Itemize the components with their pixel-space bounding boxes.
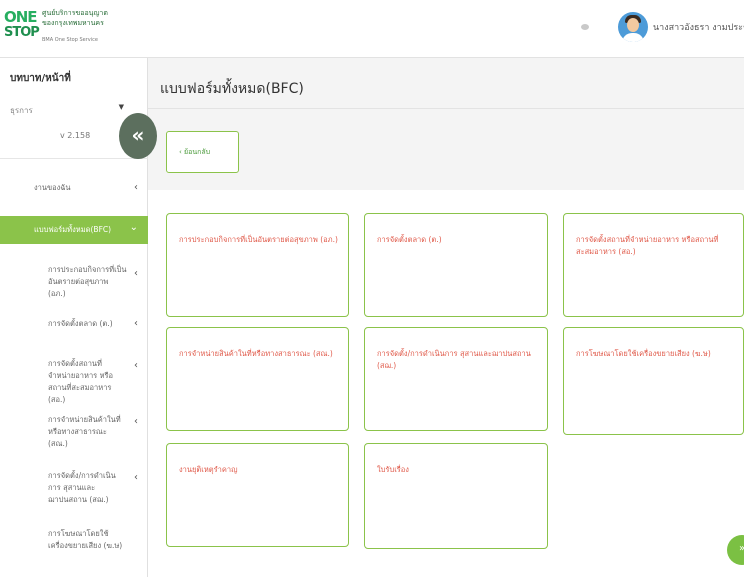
sidebar-item-label: การจัดตั้ง/การดำเนินการ สุสานและฌาปนสถาน… <box>48 471 116 504</box>
role-select-value: ธุรการ <box>10 106 33 115</box>
sidebar-item-label: แบบฟอร์มทั้งหมด(BFC) <box>34 225 112 234</box>
title-divider <box>148 108 744 109</box>
form-card-receipt[interactable]: ใบรับเรื่อง <box>364 443 548 549</box>
sidebar-item-public-vending[interactable]: การจำหน่ายสินค้าในที่หรือทางสาธารณะ (สณ.… <box>0 408 148 448</box>
chevron-left-icon: ‹ <box>134 182 138 193</box>
logo-one-text: ONE <box>4 8 38 26</box>
form-card-label: การประกอบกิจการที่เป็นอันตรายต่อสุขภาพ (… <box>179 235 338 244</box>
sidebar-item-label: การจัดตั้งสถานที่จำหน่ายอาหาร หรือสถานที… <box>48 359 114 404</box>
form-card-health-hazard[interactable]: การประกอบกิจการที่เป็นอันตรายต่อสุขภาพ (… <box>166 213 349 317</box>
notification-icon[interactable] <box>581 24 589 30</box>
sidebar-collapse-button[interactable]: « <box>119 113 157 159</box>
form-card-label: การจำหน่ายสินค้าในที่หรือทางสาธารณะ (สณ.… <box>179 349 333 358</box>
sidebar-item-label: การประกอบกิจการที่เป็นอันตรายต่อสุขภาพ (… <box>48 265 127 298</box>
form-card-label: งานยุติเหตุรำคาญ <box>179 465 238 474</box>
logo-mark: ONE STOP <box>4 8 40 44</box>
avatar[interactable] <box>618 12 648 42</box>
sidebar-item-market[interactable]: การจัดตั้งตลาด (ต.) ‹ <box>0 312 148 338</box>
sidebar-item-my-work[interactable]: งานของฉัน ‹ <box>0 176 148 202</box>
form-card-label: การจัดตั้ง/การดำเนินการ สุสานและฌาปนสถาน… <box>377 349 531 370</box>
sidebar-item-food-place[interactable]: การจัดตั้งสถานที่จำหน่ายอาหาร หรือสถานที… <box>0 352 148 404</box>
sidebar-item-loudspeaker[interactable]: การโฆษณาโดยใช้เครื่องขยายเสียง (ฆ.ษ) <box>0 522 148 562</box>
form-card-cemetery[interactable]: การจัดตั้ง/การดำเนินการ สุสานและฌาปนสถาน… <box>364 327 548 431</box>
logo-title: ศูนย์บริการขออนุญาต ของกรุงเทพมหานคร <box>42 8 108 28</box>
chevron-left-icon: ‹ <box>134 360 138 371</box>
page-title: แบบฟอร์มทั้งหมด(BFC) <box>160 81 304 97</box>
sidebar-item-label: งานของฉัน <box>34 183 71 192</box>
sidebar-title: บทบาท/หน้าที่ <box>10 73 71 84</box>
logo-subtitle: BMA One Stop Service <box>42 37 98 43</box>
avatar-body <box>622 33 644 42</box>
version-label: v 2.158 <box>60 131 91 140</box>
form-card-market[interactable]: การจัดตั้งตลาด (ต.) <box>364 213 548 317</box>
back-button[interactable]: ‹ ย้อนกลับ <box>166 131 239 173</box>
form-card-label: การจัดตั้งตลาด (ต.) <box>377 235 442 244</box>
user-name[interactable]: นางสาวอังธรา งามประชา <box>653 20 744 34</box>
one-stop-logo[interactable]: ONE STOP ศูนย์บริการขออนุญาต ของกรุงเทพม… <box>4 6 154 48</box>
sidebar-item-label: การจัดตั้งตลาด (ต.) <box>48 319 113 328</box>
logo-title-line2: ของกรุงเทพมหานคร <box>42 19 104 27</box>
logo-title-line1: ศูนย์บริการขออนุญาต <box>42 9 108 17</box>
form-card-public-vending[interactable]: การจำหน่ายสินค้าในที่หรือทางสาธารณะ (สณ.… <box>166 327 349 431</box>
sidebar-item-cemetery[interactable]: การจัดตั้ง/การดำเนินการ สุสานและฌาปนสถาน… <box>0 464 148 504</box>
sidebar-divider <box>0 158 148 159</box>
top-header: ONE STOP ศูนย์บริการขออนุญาต ของกรุงเทพม… <box>0 0 744 58</box>
avatar-face <box>627 18 639 32</box>
sidebar-item-health-hazard[interactable]: การประกอบกิจการที่เป็นอันตรายต่อสุขภาพ (… <box>0 258 148 298</box>
caret-down-icon: ▼ <box>118 103 124 111</box>
chevron-left-icon: ‹ <box>134 416 138 427</box>
role-select[interactable]: ธุรการ ▼ <box>10 100 128 120</box>
back-button-label: ‹ ย้อนกลับ <box>179 148 211 156</box>
form-card-label: ใบรับเรื่อง <box>377 465 409 474</box>
form-card-loudspeaker[interactable]: การโฆษณาโดยใช้เครื่องขยายเสียง (ฆ.ษ) <box>563 327 744 435</box>
form-card-food-place[interactable]: การจัดตั้งสถานที่จำหน่ายอาหาร หรือสถานที… <box>563 213 744 317</box>
chevron-left-icon: ‹ <box>134 318 138 329</box>
form-card-label: การโฆษณาโดยใช้เครื่องขยายเสียง (ฆ.ษ) <box>576 349 711 358</box>
chevron-left-icon: ‹ <box>134 472 138 483</box>
sidebar-item-all-forms[interactable]: แบบฟอร์มทั้งหมด(BFC) ⌄ <box>0 216 148 244</box>
sidebar-item-label: การโฆษณาโดยใช้เครื่องขยายเสียง (ฆ.ษ) <box>48 529 123 550</box>
sidebar-item-label: การจำหน่ายสินค้าในที่หรือทางสาธารณะ (สณ.… <box>48 415 121 448</box>
chevron-left-icon: ‹ <box>134 268 138 279</box>
logo-stop-text: STOP <box>4 25 40 40</box>
form-card-label: การจัดตั้งสถานที่จำหน่ายอาหาร หรือสถานที… <box>576 235 719 256</box>
chevron-down-icon: ⌄ <box>129 222 138 233</box>
form-card-nuisance[interactable]: งานยุติเหตุรำคาญ <box>166 443 349 547</box>
